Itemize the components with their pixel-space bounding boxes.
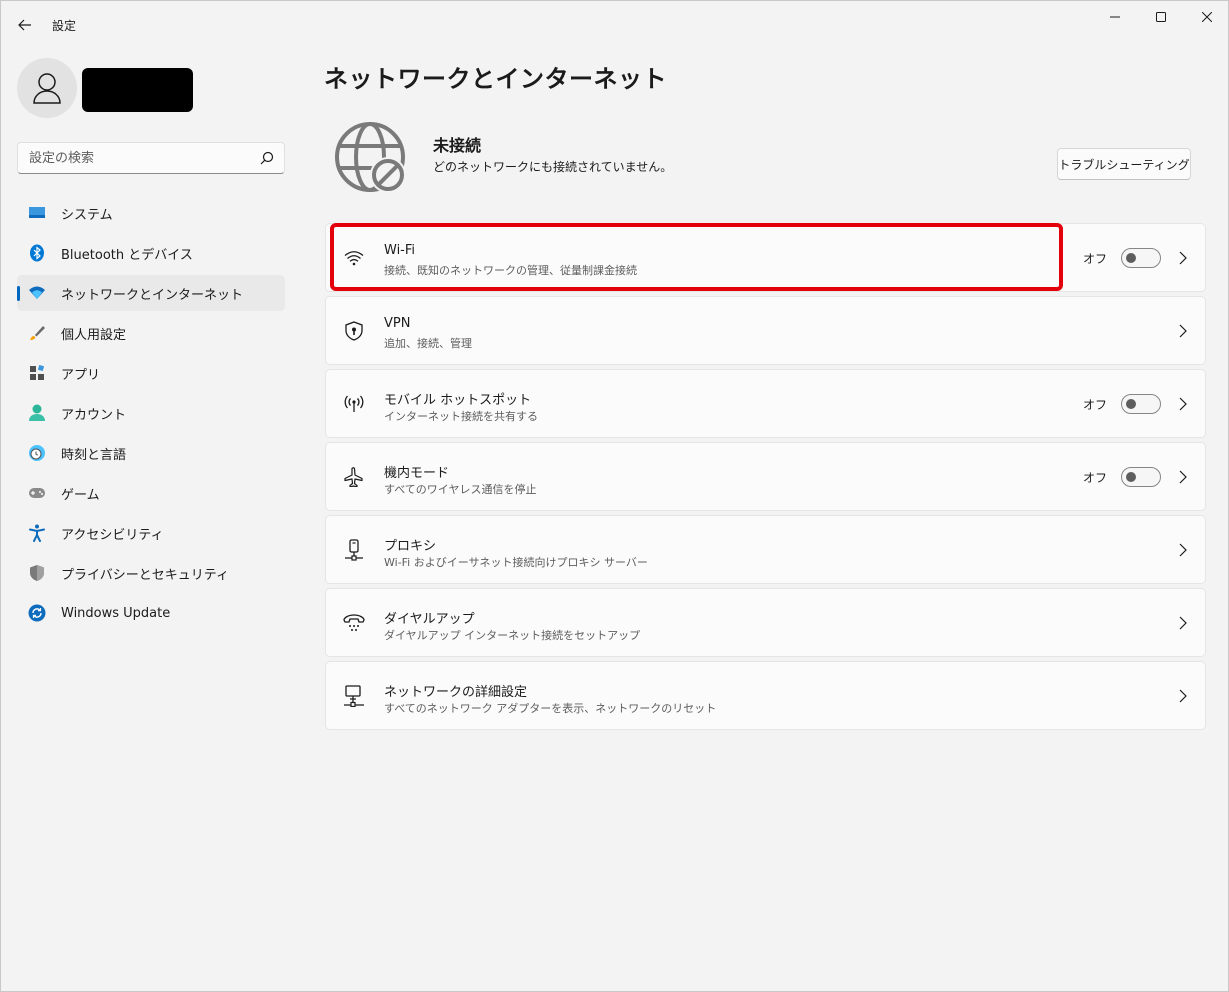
maximize-button[interactable]	[1138, 1, 1184, 33]
card-advanced-network[interactable]: ネットワークの詳細設定 すべてのネットワーク アダプターを表示、ネットワークのリ…	[325, 661, 1206, 730]
chevron-right-icon	[1178, 250, 1188, 266]
card-title: モバイル ホットスポット	[384, 393, 532, 408]
card-proxy[interactable]: プロキシ Wi-Fi およびイーサネット接続向けプロキシ サーバー	[325, 515, 1206, 584]
close-button[interactable]	[1184, 1, 1229, 33]
connection-status-title: 未接続	[433, 136, 482, 155]
title-bar: 設定	[1, 1, 1228, 47]
globe-disconnected-icon	[335, 122, 406, 193]
proxy-icon	[343, 539, 365, 561]
user-icon	[33, 73, 61, 104]
avatar[interactable]	[17, 58, 77, 118]
username-redacted	[82, 68, 193, 112]
chevron-right-icon	[1178, 615, 1188, 631]
chevron-right-icon	[1178, 396, 1188, 412]
chevron-right-icon	[1178, 323, 1188, 339]
card-subtitle: ダイヤルアップ インターネット接続をセットアップ	[384, 629, 641, 642]
app-title: 設定	[52, 19, 77, 33]
close-icon	[1202, 12, 1212, 22]
card-mobile-hotspot[interactable]: モバイル ホットスポット インターネット接続を共有する オフ	[325, 369, 1206, 438]
search-input[interactable]	[18, 143, 254, 173]
hotspot-icon	[343, 393, 365, 415]
card-title: ダイヤルアップ	[384, 612, 475, 627]
toggle-state-label: オフ	[1082, 398, 1107, 412]
maximize-icon	[1156, 12, 1166, 22]
connection-status-description: どのネットワークにも接続されていません。	[433, 160, 673, 174]
page-title: ネットワークとインターネット	[324, 65, 667, 93]
airplane-mode-toggle[interactable]	[1121, 467, 1161, 487]
sidebar-item-bluetooth[interactable]: Bluetooth とデバイス	[17, 235, 285, 271]
sidebar-item-network[interactable]: ネットワークとインターネット	[17, 275, 285, 311]
sidebar-item-privacy[interactable]: プライバシーとセキュリティ	[17, 555, 285, 591]
update-icon	[28, 604, 46, 622]
back-button[interactable]	[11, 11, 39, 39]
toggle-state-label: オフ	[1082, 471, 1107, 485]
sidebar-item-system[interactable]: システム	[17, 195, 285, 231]
minimize-icon	[1110, 16, 1120, 18]
chevron-right-icon	[1178, 688, 1188, 704]
card-airplane-mode[interactable]: 機内モード すべてのワイヤレス通信を停止 オフ	[325, 442, 1206, 511]
vpn-shield-icon	[343, 320, 365, 342]
toggle-state-label: オフ	[1082, 252, 1107, 266]
card-title: 機内モード	[384, 466, 450, 481]
card-title: ネットワークの詳細設定	[384, 685, 528, 700]
dialup-icon	[343, 612, 365, 634]
airplane-icon	[343, 466, 365, 488]
card-subtitle: すべてのネットワーク アダプターを表示、ネットワークのリセット	[384, 702, 717, 715]
settings-cards: Wi-Fi 接続、既知のネットワークの管理、従量制課金接続 オフ VPN 追加、…	[325, 223, 1206, 734]
sidebar-nav: システム Bluetooth とデバイス ネットワークとインターネット 個人用設…	[17, 195, 285, 635]
sidebar-item-apps[interactable]: アプリ	[17, 355, 285, 391]
settings-search[interactable]	[17, 142, 285, 174]
sidebar-item-accessibility[interactable]: アクセシビリティ	[17, 515, 285, 551]
search-icon[interactable]	[260, 151, 274, 165]
card-subtitle: Wi-Fi およびイーサネット接続向けプロキシ サーバー	[384, 556, 648, 569]
system-icon	[28, 204, 46, 222]
card-dialup[interactable]: ダイヤルアップ ダイヤルアップ インターネット接続をセットアップ	[325, 588, 1206, 657]
card-subtitle: インターネット接続を共有する	[384, 410, 538, 423]
gamepad-icon	[28, 484, 46, 502]
sidebar-item-gaming[interactable]: ゲーム	[17, 475, 285, 511]
troubleshoot-button[interactable]: トラブルシューティング	[1057, 148, 1191, 180]
sidebar-item-accounts[interactable]: アカウント	[17, 395, 285, 431]
brush-icon	[28, 324, 46, 342]
card-subtitle: 追加、接続、管理	[384, 337, 472, 350]
card-subtitle: 接続、既知のネットワークの管理、従量制課金接続	[384, 264, 637, 277]
back-arrow-icon	[18, 19, 31, 31]
card-title: プロキシ	[384, 539, 437, 554]
card-title: Wi-Fi	[384, 243, 416, 258]
bluetooth-icon	[28, 244, 46, 262]
sidebar-item-time-language[interactable]: 時刻と言語	[17, 435, 285, 471]
sidebar-item-windows-update[interactable]: Windows Update	[17, 595, 285, 631]
accessibility-icon	[28, 524, 46, 542]
hotspot-toggle[interactable]	[1121, 394, 1161, 414]
card-subtitle: すべてのワイヤレス通信を停止	[384, 483, 537, 496]
time-language-icon	[28, 444, 46, 462]
chevron-right-icon	[1178, 469, 1188, 485]
apps-icon	[28, 364, 46, 382]
chevron-right-icon	[1178, 542, 1188, 558]
card-wifi[interactable]: Wi-Fi 接続、既知のネットワークの管理、従量制課金接続 オフ	[325, 223, 1206, 292]
card-title: VPN	[384, 316, 411, 331]
advanced-network-icon	[343, 685, 365, 707]
card-vpn[interactable]: VPN 追加、接続、管理	[325, 296, 1206, 365]
wifi-icon	[343, 247, 365, 269]
account-icon	[28, 404, 46, 422]
settings-window: 設定 システム Bluetooth とデバイス ネットワークとインターネット	[0, 0, 1229, 992]
minimize-button[interactable]	[1092, 1, 1138, 33]
wifi-toggle[interactable]	[1121, 248, 1161, 268]
sidebar-item-personalization[interactable]: 個人用設定	[17, 315, 285, 351]
shield-icon	[28, 564, 46, 582]
network-icon	[28, 284, 46, 302]
